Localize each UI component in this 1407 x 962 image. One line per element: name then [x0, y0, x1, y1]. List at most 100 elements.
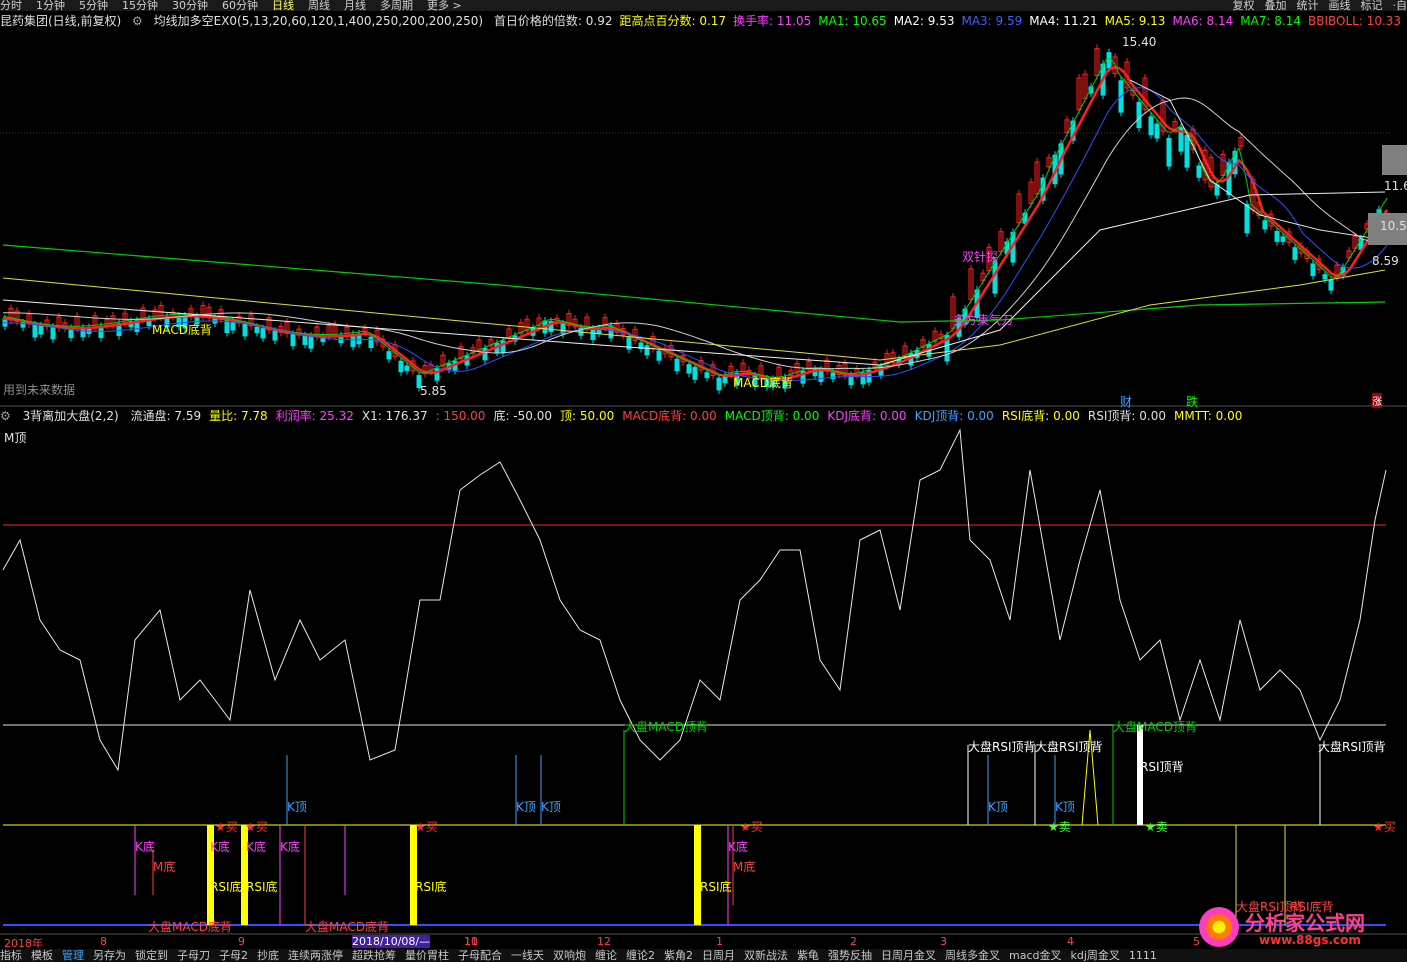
signal-label-14: RSI底	[700, 880, 732, 894]
formula-tab-14[interactable]: 缠论	[595, 949, 617, 962]
annotation-macd-bottom-1: MACD底背	[152, 323, 212, 337]
logo-title: 分析家公式网	[1245, 911, 1365, 935]
formula-tab-7[interactable]: 抄底	[257, 949, 279, 962]
sub-indicator-bar: ⚙ 3背离加大盘(2,2) 流通盘: 7.59 量比: 7.78 利润率: 25.3…	[0, 408, 1407, 424]
signal-label-19: K顶	[988, 800, 1008, 814]
candle-body	[308, 335, 314, 349]
candle-body	[1262, 220, 1268, 230]
sub-indicator-name[interactable]: 3背离加大盘(2,2)	[23, 409, 119, 423]
signal-label-8: 大盘MACD底背	[148, 920, 232, 934]
formula-tab-6[interactable]: 子母2	[219, 949, 248, 962]
signal-label-18: 大盘RSI顶背	[1035, 740, 1103, 754]
marker-cai: 财	[1120, 395, 1133, 409]
info2-field-12: RSI顶背: 0.00	[1087, 409, 1166, 423]
candle-body	[656, 350, 662, 361]
formula-tab-8[interactable]: 连续两涨停	[288, 949, 343, 962]
high-price-label: 15.40	[1122, 35, 1157, 49]
formula-tab-5[interactable]: 子母刀	[177, 949, 210, 962]
signal-label-22: RSI顶背	[1140, 760, 1184, 774]
candle-body	[32, 324, 38, 338]
formula-tab-23[interactable]: macd金叉	[1009, 949, 1062, 962]
rsi-top-bar	[1137, 725, 1143, 825]
signal-label-9: 大盘MACD底背	[305, 920, 389, 934]
formula-tab-25[interactable]: 1111	[1129, 949, 1157, 962]
formula-tab-3[interactable]: 另存为	[93, 949, 126, 962]
ma5-line	[2, 269, 1386, 361]
formula-tab-13[interactable]: 双响炮	[553, 949, 586, 962]
formula-tab-11[interactable]: 子母配合	[458, 949, 502, 962]
formula-tab-15[interactable]: 缠论2	[626, 949, 655, 962]
date-tick-7: 1	[716, 935, 723, 948]
signal-label-16: M底	[733, 860, 756, 874]
candle-body	[704, 372, 710, 379]
signal-label-4: RSI底	[246, 880, 278, 894]
signal-label-23: 大盘RSI顶背	[1318, 740, 1386, 754]
formula-tab-9[interactable]: 超跌抢筹	[352, 949, 396, 962]
candle-body	[38, 325, 44, 335]
candle-body	[398, 360, 404, 373]
formula-tab-24[interactable]: kdj周金叉	[1071, 949, 1120, 962]
signal-label-12: K顶	[541, 800, 561, 814]
candle-body	[386, 351, 392, 360]
formula-tab-1[interactable]: 模板	[31, 949, 53, 962]
formula-tab-22[interactable]: 周线多金叉	[945, 949, 1000, 962]
right-price-1: 11.6	[1384, 179, 1407, 193]
candle-body	[224, 320, 230, 334]
signal-label-11: K顶	[516, 800, 536, 814]
right-price-3: 8.59	[1372, 254, 1399, 268]
formula-tab-16[interactable]: 紫角2	[664, 949, 693, 962]
formula-tab-19[interactable]: 紫龟	[797, 949, 819, 962]
signal-label-20: K顶	[1055, 800, 1075, 814]
formula-tab-21[interactable]: 日周月金叉	[881, 949, 936, 962]
signal-label-2: RSI底	[210, 880, 242, 894]
info2-field-7: MACD底背: 0.00	[622, 409, 717, 423]
date-tick-5: 11	[464, 935, 478, 948]
candle-body	[818, 369, 824, 382]
formula-tab-2[interactable]: 管理	[62, 949, 84, 962]
formula-tab-10[interactable]: 量价胃柱	[405, 949, 449, 962]
candle-body	[686, 364, 692, 374]
candle-body	[368, 336, 374, 349]
rsi-bottom-bar	[410, 825, 417, 925]
candle-body	[50, 326, 56, 340]
info2-field-5: 底: -50.00	[493, 409, 552, 423]
sell-signal-0: ★卖	[1048, 820, 1071, 834]
mtop-label: M顶	[4, 431, 27, 445]
formula-tab-20[interactable]: 强势反抽	[828, 949, 872, 962]
signal-label-0: K底	[135, 840, 155, 854]
signal-label-1: M底	[153, 860, 176, 874]
candle-body	[1106, 52, 1112, 69]
candle-body	[1322, 274, 1328, 280]
buy-signal-2: ★买	[415, 820, 438, 834]
marker-die: 跌	[1186, 395, 1199, 409]
future-data-note: 用到未来数据	[3, 383, 76, 397]
signal-label-10: K顶	[287, 800, 307, 814]
candle-body	[1274, 231, 1280, 242]
candle-body	[674, 358, 680, 372]
signal-label-6: K底	[280, 840, 300, 854]
formula-tab-12[interactable]: 一线天	[511, 949, 544, 962]
logo-url: www.88gs.com	[1259, 933, 1361, 947]
candle-body	[254, 326, 260, 334]
formula-tab-4[interactable]: 锁定到	[135, 949, 168, 962]
candle-body	[404, 365, 410, 372]
ma2-line	[2, 191, 1386, 366]
info2-field-13: MMTT: 0.00	[1173, 409, 1243, 423]
candle-body	[590, 328, 596, 341]
info2-field-0: 流通盘: 7.59	[130, 409, 202, 423]
candle-body	[1184, 134, 1190, 168]
info2-field-3: X1: 176.37	[361, 409, 428, 423]
info2-field-6: 顶: 50.00	[560, 409, 615, 423]
candle-body	[1154, 123, 1160, 139]
candle-body	[1196, 165, 1202, 178]
settings-icon[interactable]: ⚙	[0, 409, 11, 423]
formula-tab-0[interactable]: 指标	[0, 949, 22, 962]
candle-body	[1136, 101, 1142, 129]
buy-signal-0: ★买	[215, 820, 238, 834]
signal-label-13: 大盘MACD顶背	[624, 720, 708, 734]
annotation-macd-bottom-2: MACD底背	[733, 376, 793, 390]
candle-body	[260, 328, 266, 339]
formula-tab-18[interactable]: 双新战法	[744, 949, 788, 962]
stock-chart[interactable]	[0, 0, 1407, 962]
formula-tab-17[interactable]: 日周月	[702, 949, 735, 962]
